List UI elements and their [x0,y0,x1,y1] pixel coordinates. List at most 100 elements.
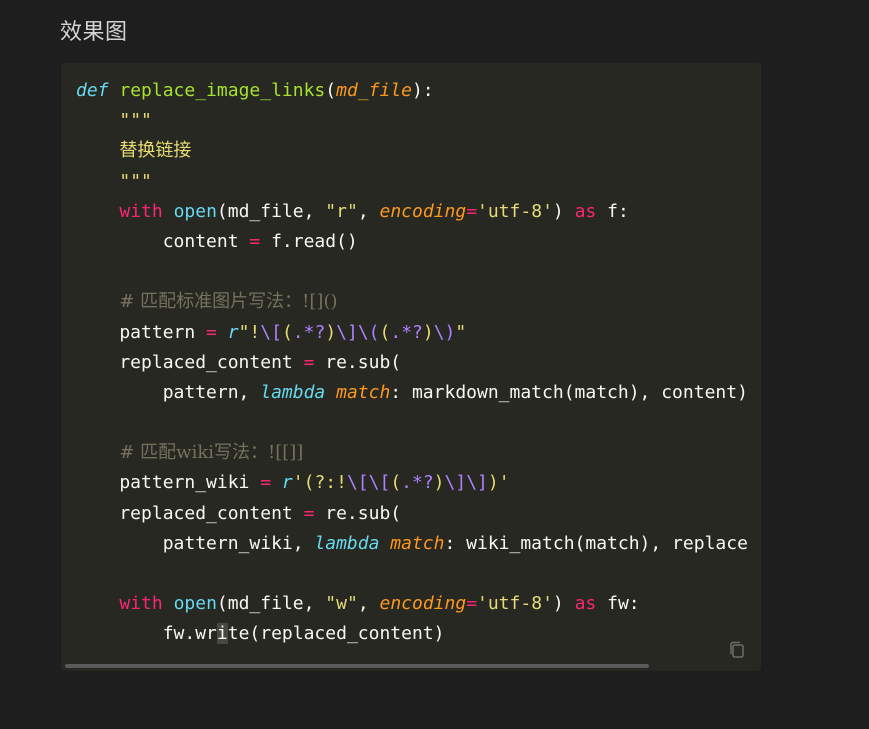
code-line: pattern_wiki, lambda match: wiki_match(m… [76,529,748,559]
code-token: open [173,200,217,222]
code-token: \[\[ [346,472,391,494]
code-token: content [76,230,250,252]
code-token: )' [487,472,510,494]
code-token: f.read() [260,230,358,252]
code-token: replace_image_links [119,80,326,101]
code-line: replaced_content = re.sub( [76,499,748,529]
copy-button[interactable] [727,640,747,660]
code-token: ) [552,200,575,222]
code-token: open [173,593,217,615]
code-token: def [76,80,109,101]
code-token: # 匹配wiki写法：![[]] [119,442,304,464]
code-token: # 匹配标准图片写法：![]() [119,291,338,313]
code-token: .*? [292,321,326,343]
code-token: "! [238,321,261,343]
code-token: 替换链接 [119,140,192,162]
code-line: content = f.read() [76,227,748,257]
code-token: ): [411,80,434,101]
code-line: # 匹配wiki写法：![[]] [76,438,748,468]
code-token: = [303,502,315,524]
code-token: ( [379,321,391,343]
code-token: md_file [336,80,412,101]
code-token: ) [433,472,445,494]
code-token: " [455,321,467,343]
code-line: with open(md_file, "r", encoding='utf-8'… [76,197,748,227]
code-token: fw: [596,593,640,615]
code-token: encoding [379,593,467,615]
code-token: as [574,593,597,615]
code-token: ) [552,593,575,615]
code-token: fw.wr [76,623,217,645]
code-token: r [281,472,293,494]
code-line: pattern_wiki = r'(?:!\[\[(.*?)\]\])' [76,468,748,498]
code-line: 替换链接 [76,136,748,166]
code-line: fw.write(replaced_content) [76,619,748,649]
code-token: (md_file, [216,593,326,615]
code-line: """ [76,167,748,197]
code-content[interactable]: def replace_image_links(md_file): """ 替换… [76,76,748,650]
code-token: with [119,200,163,222]
page-heading: 效果图 [60,20,128,45]
code-token: .*? [401,472,434,494]
code-token: "w" [325,593,358,615]
code-token: pattern, [76,381,261,403]
code-line: def replace_image_links(md_file): [76,76,748,106]
code-token: .*? [390,321,423,343]
code-token: re.sub( [314,351,402,373]
code-token: "r" [325,200,358,222]
code-line: with open(md_file, "w", encoding='utf-8'… [76,589,748,619]
code-token: lambda [260,381,326,403]
code-token: ( [325,80,337,101]
code-token: = [303,351,315,373]
code-token: = [249,230,261,252]
code-token: : wiki_match(match), replace [444,532,748,554]
code-token: """ [119,110,152,132]
code-token: , [357,200,380,222]
code-token: encoding [379,200,467,222]
code-token: ( [281,321,293,343]
code-token: as [574,200,597,222]
code-token: \]\] [444,472,488,494]
code-line: pattern, lambda match: markdown_match(ma… [76,378,748,408]
code-token: r [227,321,239,343]
code-token: , [357,593,380,615]
code-token: f: [596,200,629,222]
code-token: pattern_wiki [76,472,261,494]
code-line: replaced_content = re.sub( [76,348,748,378]
horizontal-scrollbar[interactable] [65,664,649,668]
code-token: te(replaced_content) [227,623,445,645]
code-token: ) [325,321,337,343]
copy-icon [730,641,744,658]
code-block: def replace_image_links(md_file): """ 替换… [61,63,761,671]
code-token: pattern_wiki, [76,532,315,554]
code-token: \[ [260,321,282,343]
code-token: match [390,532,445,554]
code-token: re.sub( [314,502,402,524]
code-token: 'utf-8' [477,200,553,222]
code-token: '(?:! [292,472,347,494]
code-token: : markdown_match(match), content) [390,381,748,403]
code-token: \) [433,321,456,343]
code-token: lambda [314,532,380,554]
code-token: ) [422,321,434,343]
code-line: pattern = r"!\[(.*?)\]\((.*?)\)" [76,318,748,348]
code-token: = [466,200,478,222]
code-token: 'utf-8' [477,593,553,615]
code-token: = [466,593,478,615]
code-line: # 匹配标准图片写法：![]() [76,287,748,317]
code-token: = [206,321,217,343]
